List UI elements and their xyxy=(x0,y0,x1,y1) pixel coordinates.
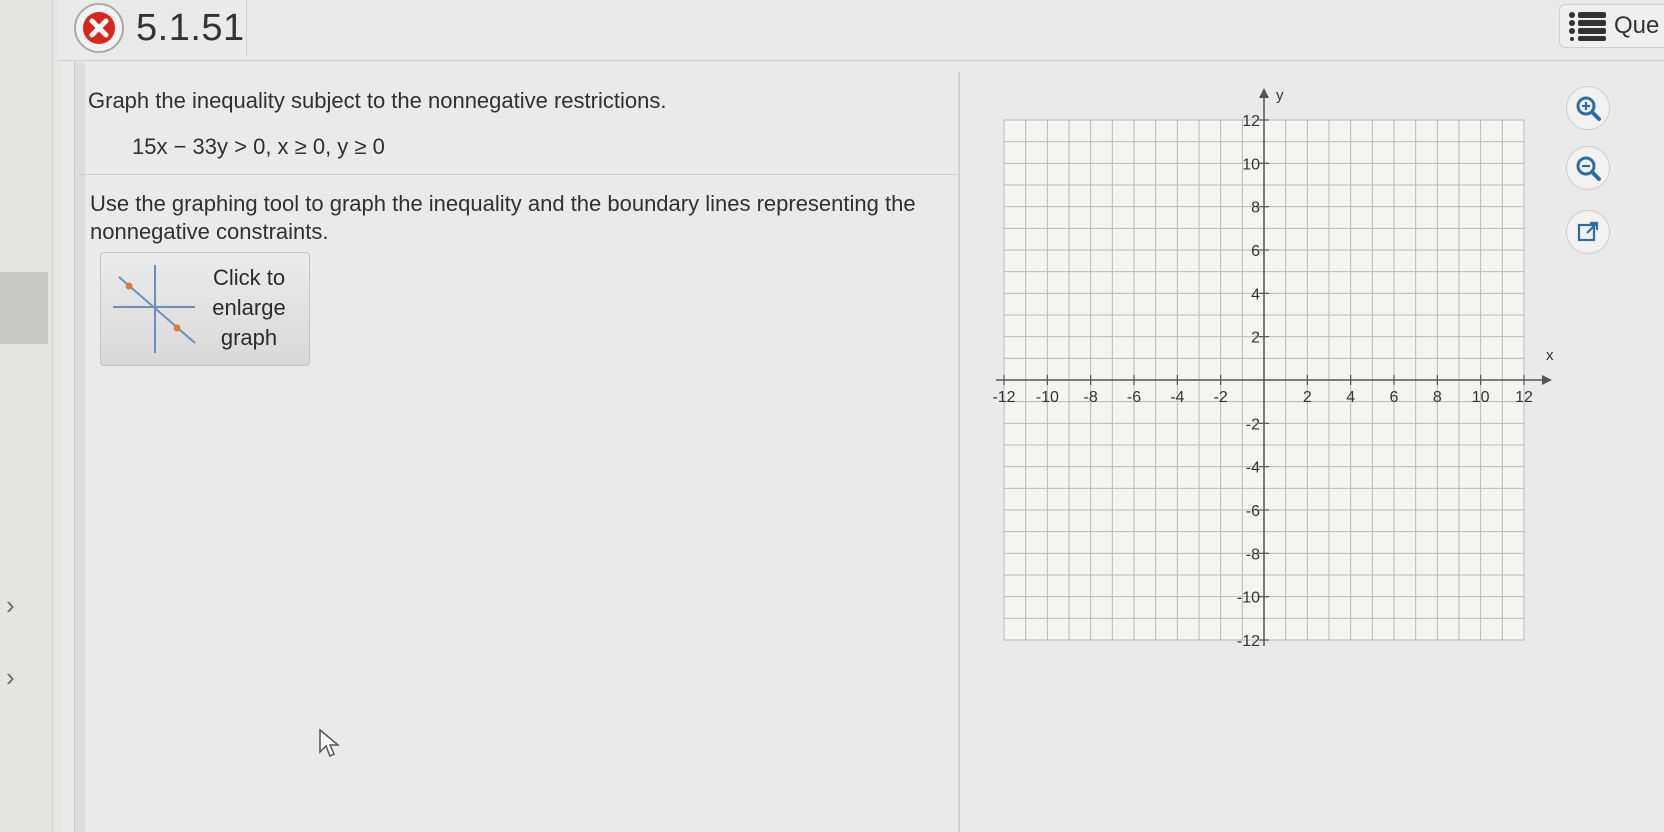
question-header: 5.1.51 Que xyxy=(58,0,1664,61)
x-tick-label: -8 xyxy=(1084,389,1098,406)
x-tick-label: -6 xyxy=(1127,389,1141,406)
panel-divider xyxy=(958,72,960,832)
y-tick-label: -12 xyxy=(1237,633,1260,650)
y-tick-label: -2 xyxy=(1246,416,1260,433)
y-axis-arrow-icon xyxy=(1259,88,1269,98)
expand-arrow-icon[interactable]: › xyxy=(6,664,15,690)
list-icon xyxy=(1569,12,1606,41)
open-external-icon xyxy=(1577,221,1599,242)
x-tick-label: -2 xyxy=(1214,389,1228,406)
section-divider xyxy=(78,174,958,175)
enlarge-graph-button[interactable]: Click to enlarge graph xyxy=(100,252,310,366)
x-tick-label: -4 xyxy=(1170,389,1184,406)
graph-thumbnail-icon xyxy=(113,265,196,353)
expand-arrow-icon[interactable]: › xyxy=(6,592,15,618)
y-axis-label: y xyxy=(1276,87,1284,104)
zoom-in-button[interactable] xyxy=(1566,86,1610,130)
x-tick-label: 6 xyxy=(1390,389,1399,406)
y-tick-label: -8 xyxy=(1246,546,1260,563)
enlarge-label-line3: graph xyxy=(220,325,278,350)
x-mark-icon xyxy=(74,3,124,53)
coordinate-graph[interactable]: x y -12 -10 -8 -6 -4 -2 2 4 6 8 10 12 12 10 8 6 4 2 -2 -4 -6 -8… xyxy=(980,84,1560,669)
rail-highlight xyxy=(0,272,48,344)
question-number-box: 5.1.51 xyxy=(64,0,247,56)
y-tick-label: -10 xyxy=(1237,590,1260,607)
inequality-expression: 15x − 33y > 0, x ≥ 0, y ≥ 0 xyxy=(132,134,385,159)
y-tick-label: -4 xyxy=(1246,460,1260,477)
question-number: 5.1.51 xyxy=(136,6,245,49)
graph-svg[interactable]: x y -12 -10 -8 -6 -4 -2 2 4 6 8 10 12 12 10 8 6 4 2 -2 -4 -6 -8… xyxy=(980,84,1560,664)
zoom-out-icon xyxy=(1576,156,1601,181)
content-left-border xyxy=(74,62,85,832)
question-list-label: Que xyxy=(1614,12,1660,39)
enlarge-label-line1: Click to xyxy=(212,265,286,290)
x-tick-label: 8 xyxy=(1433,389,1442,406)
question-instruction: Graph the inequality subject to the nonn… xyxy=(88,88,667,113)
question-list-button[interactable]: Que xyxy=(1559,4,1664,48)
x-axis-arrow-icon xyxy=(1542,375,1552,385)
x-tick-label: 12 xyxy=(1515,389,1533,406)
y-tick-label: 2 xyxy=(1251,330,1260,347)
y-tick-label: 4 xyxy=(1251,286,1260,303)
x-axis-label: x xyxy=(1546,347,1554,364)
open-graph-button[interactable] xyxy=(1566,210,1610,254)
enlarge-label-line2: enlarge xyxy=(212,295,286,320)
mouse-pointer-icon xyxy=(318,728,344,763)
zoom-in-icon xyxy=(1576,96,1601,121)
zoom-out-button[interactable] xyxy=(1566,146,1610,190)
left-navigation-rail: › › xyxy=(0,0,53,832)
y-tick-label: 12 xyxy=(1242,113,1260,130)
x-tick-label: -10 xyxy=(1036,389,1059,406)
tool-instruction: Use the graphing tool to graph the inequ… xyxy=(90,191,916,244)
x-tick-label: 2 xyxy=(1303,389,1312,406)
y-tick-label: 6 xyxy=(1251,243,1260,260)
x-tick-label: -12 xyxy=(992,389,1015,406)
y-tick-label: 10 xyxy=(1242,156,1260,173)
x-tick-label: 4 xyxy=(1346,389,1355,406)
x-tick-label: 10 xyxy=(1472,389,1490,406)
y-tick-label: -6 xyxy=(1246,503,1260,520)
y-tick-label: 8 xyxy=(1251,200,1260,217)
